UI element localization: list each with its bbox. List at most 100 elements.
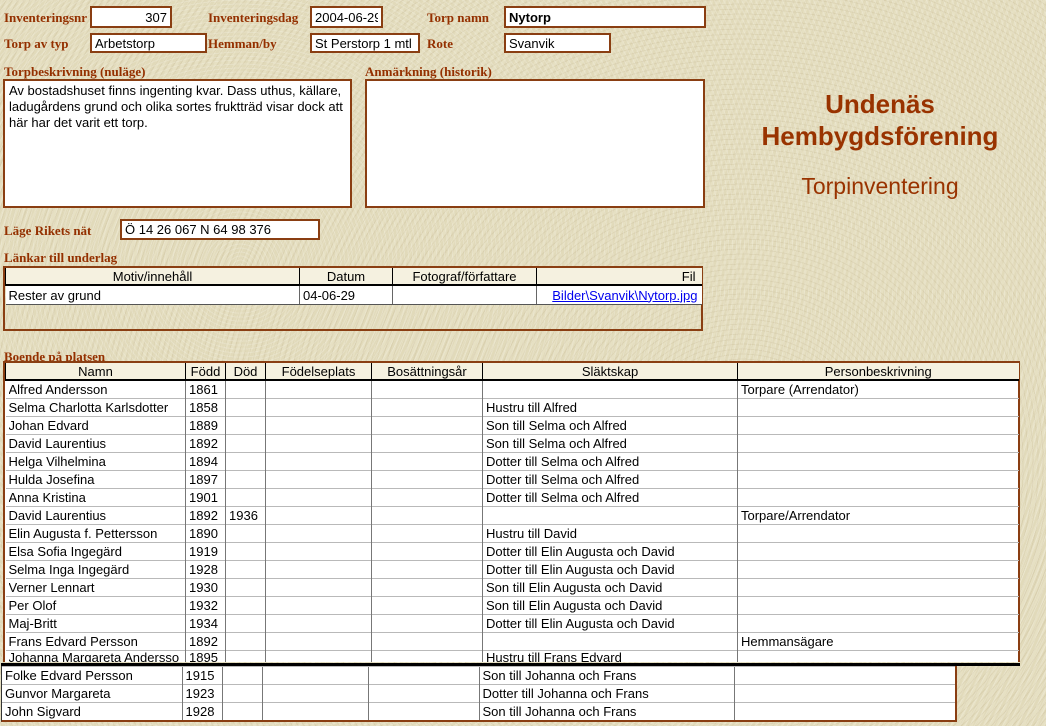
cell-dod — [226, 489, 266, 507]
cell-dod — [226, 543, 266, 561]
cell-bosattningsar — [368, 703, 479, 721]
cell-fodelseplats — [266, 489, 372, 507]
boende-row: Elin Augusta f. Pettersson 1890 Hustru t… — [6, 525, 1019, 543]
cell-fodd: 1894 — [186, 453, 226, 471]
cell-namn: Alfred Andersson — [6, 380, 186, 399]
boende-table: NamnFöddDödFödelseplatsBosättningsårSläk… — [5, 363, 1019, 662]
rote-field[interactable] — [504, 33, 611, 53]
cell-dod — [222, 685, 262, 703]
cell-namn: Elin Augusta f. Pettersson — [6, 525, 186, 543]
cell-fodd: 1932 — [186, 597, 226, 615]
cell-slaktskap: Dotter till Selma och Alfred — [483, 489, 738, 507]
cell-dod — [222, 703, 262, 721]
file-link[interactable]: Bilder\Svanvik\Nytorp.jpg — [552, 288, 697, 303]
cell-slaktskap: Dotter till Selma och Alfred — [483, 471, 738, 489]
cell-personbeskrivning — [738, 399, 1019, 417]
cell-dod — [226, 453, 266, 471]
inventeringsnr-field[interactable] — [90, 6, 172, 28]
cell-namn: David Laurentius — [6, 435, 186, 453]
cell-fodelseplats — [266, 615, 372, 633]
cell-fodelseplats — [266, 399, 372, 417]
torptyp-field[interactable] — [90, 33, 207, 53]
boende-table-continuation-frame: Folke Edvard Persson 1915 Son till Johan… — [1, 666, 957, 722]
cell-personbeskrivning: Torpare/Arrendator — [738, 507, 1019, 525]
cell-fodd: 1901 — [186, 489, 226, 507]
cell-slaktskap: Son till Johanna och Frans — [479, 703, 734, 721]
cell-namn: Maj-Britt — [6, 615, 186, 633]
cell-bosattningsar — [368, 667, 479, 685]
cell-personbeskrivning — [738, 579, 1019, 597]
cell-dod — [226, 471, 266, 489]
boende-header-cell: Släktskap — [483, 363, 738, 380]
cell-bosattningsar — [372, 525, 483, 543]
cell-personbeskrivning: Torpare (Arrendator) — [738, 380, 1019, 399]
cell-bosattningsar — [372, 471, 483, 489]
cell-bosattningsar — [372, 633, 483, 651]
boende-row: Frans Edvard Persson 1892 Hemmansägare — [6, 633, 1019, 651]
cell-fodd: 1923 — [182, 685, 222, 703]
cell-namn: Johanna Margareta Andersso — [6, 651, 186, 663]
hemmanby-field[interactable] — [310, 33, 420, 53]
boende-row: Hulda Josefina 1897 Dotter till Selma oc… — [6, 471, 1019, 489]
boende-row: Johanna Margareta Andersso 1895 Hustru t… — [6, 651, 1019, 663]
cell-bosattningsar — [372, 435, 483, 453]
boende-row: John Sigvard 1928 Son till Johanna och F… — [2, 703, 955, 721]
cell-personbeskrivning — [738, 597, 1019, 615]
org-title: Undenäs Hembygdsförening — [745, 88, 1015, 152]
cell-slaktskap — [483, 380, 738, 399]
rote-label: Rote — [427, 36, 453, 52]
cell-bosattningsar — [372, 417, 483, 435]
cell-bosattningsar — [372, 380, 483, 399]
cell-fodd: 1890 — [186, 525, 226, 543]
boende-row: Selma Inga Ingegärd 1928 Dotter till Eli… — [6, 561, 1019, 579]
underlag-row: Rester av grund 04-06-29 Bilder\Svanvik\… — [6, 285, 702, 305]
cell-fodd: 1928 — [182, 703, 222, 721]
anmarkning-textarea[interactable] — [365, 79, 705, 208]
form-subtitle: Torpinventering — [745, 173, 1015, 200]
boende-row: Verner Lennart 1930 Son till Elin August… — [6, 579, 1019, 597]
cell-personbeskrivning — [734, 685, 955, 703]
cell-personbeskrivning — [738, 543, 1019, 561]
cell-fodelseplats — [266, 543, 372, 561]
cell-slaktskap: Dotter till Elin Augusta och David — [483, 561, 738, 579]
underlag-header-row: Motiv/innehållDatumFotograf/författareFi… — [6, 268, 702, 285]
cell-fodd: 1892 — [186, 435, 226, 453]
torpnamn-field[interactable] — [504, 6, 706, 28]
cell-namn: Frans Edvard Persson — [6, 633, 186, 651]
cell-namn: Hulda Josefina — [6, 471, 186, 489]
cell-slaktskap — [483, 507, 738, 525]
torpinventering-form: Inventeringsnr Inventeringsdag Torp namn… — [0, 0, 1046, 726]
boende-row: Elsa Sofia Ingegärd 1919 Dotter till Eli… — [6, 543, 1019, 561]
cell-fodelseplats — [266, 471, 372, 489]
boende-header-cell: Namn — [6, 363, 186, 380]
lage-label: Läge Rikets nät — [4, 223, 91, 239]
underlag-table-frame: Motiv/innehållDatumFotograf/författareFi… — [3, 266, 703, 331]
cell-slaktskap: Son till Elin Augusta och David — [483, 597, 738, 615]
cell-fodelseplats — [266, 525, 372, 543]
torpbeskrivning-textarea[interactable]: Av bostadshuset finns ingenting kvar. Da… — [3, 79, 352, 208]
cell-fodelseplats — [266, 453, 372, 471]
torptyp-label: Torp av typ — [4, 36, 69, 52]
cell-personbeskrivning — [734, 703, 955, 721]
boende-row: Helga Vilhelmina 1894 Dotter till Selma … — [6, 453, 1019, 471]
torpnamn-label: Torp namn — [427, 10, 489, 26]
cell-personbeskrivning — [738, 471, 1019, 489]
cell-fodelseplats — [262, 667, 368, 685]
cell-fodelseplats — [262, 703, 368, 721]
cell-fodelseplats — [266, 561, 372, 579]
cell-dod — [226, 651, 266, 663]
torpbeskrivning-label: Torpbeskrivning (nuläge) — [4, 64, 145, 80]
hemmanby-label: Hemman/by — [208, 36, 277, 52]
lage-field[interactable] — [120, 219, 320, 240]
cell-fodd: 1861 — [186, 380, 226, 399]
cell-personbeskrivning — [734, 667, 955, 685]
cell-fodelseplats — [266, 597, 372, 615]
cell-slaktskap: Son till Selma och Alfred — [483, 435, 738, 453]
cell-bosattningsar — [372, 579, 483, 597]
inventeringsdag-field[interactable] — [310, 6, 383, 28]
cell-fodd: 1919 — [186, 543, 226, 561]
cell-fodelseplats — [266, 507, 372, 525]
cell-fodd: 1892 — [186, 507, 226, 525]
cell-fodelseplats — [266, 633, 372, 651]
cell-fodelseplats — [266, 380, 372, 399]
